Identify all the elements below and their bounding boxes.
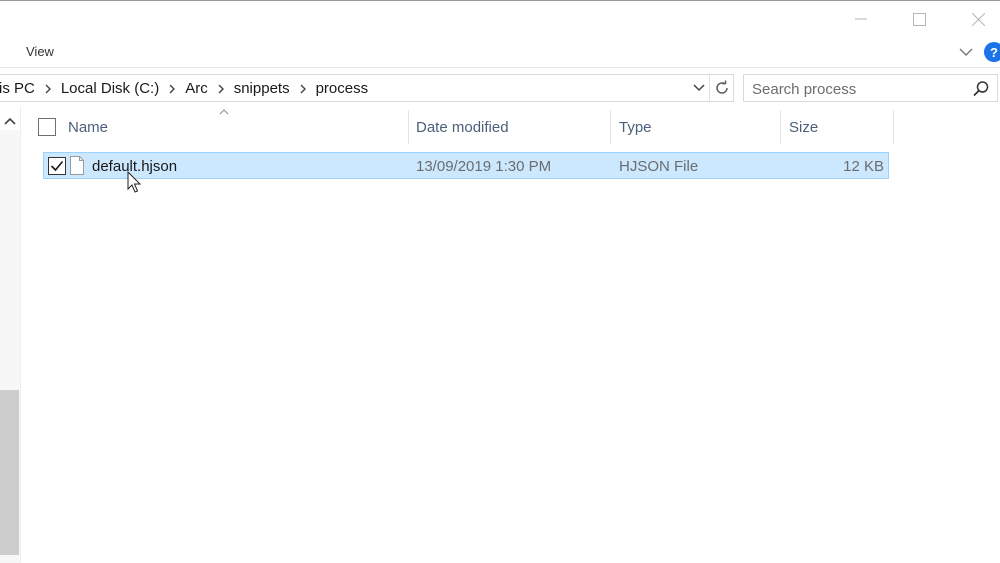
- nav-scroll-up-button[interactable]: [2, 112, 18, 130]
- breadcrumb-arc[interactable]: Arc: [185, 80, 208, 97]
- chevron-down-icon: [693, 84, 705, 92]
- ribbon-divider: [0, 67, 1000, 68]
- select-all-checkbox[interactable]: [38, 118, 56, 136]
- file-icon: [70, 156, 84, 175]
- maximize-button[interactable]: [896, 4, 942, 34]
- breadcrumb-snippets[interactable]: snippets: [234, 80, 290, 97]
- search-icon[interactable]: [972, 80, 990, 98]
- chevron-right-icon[interactable]: [159, 84, 185, 94]
- minimize-icon: [855, 18, 867, 20]
- address-history-button[interactable]: [689, 75, 709, 101]
- column-divider[interactable]: [408, 110, 409, 144]
- close-button[interactable]: [955, 4, 1000, 34]
- search-input[interactable]: [752, 79, 962, 99]
- chevron-right-icon[interactable]: [35, 84, 61, 94]
- refresh-button[interactable]: [711, 75, 733, 101]
- mouse-cursor-icon: [127, 171, 142, 193]
- column-header-date-modified[interactable]: Date modified: [416, 110, 509, 144]
- close-icon: [971, 12, 985, 26]
- checkmark-icon: [50, 160, 64, 172]
- row-checkbox[interactable]: [48, 157, 66, 175]
- address-bar[interactable]: is PC Local Disk (C:) Arc snippets proce…: [0, 74, 734, 102]
- breadcrumb: is PC Local Disk (C:) Arc snippets proce…: [0, 80, 368, 97]
- nav-pane-divider: [20, 106, 21, 563]
- file-size: 12 KB: [843, 158, 884, 175]
- file-type: HJSON File: [619, 158, 699, 175]
- help-button[interactable]: ?: [984, 42, 1000, 62]
- chevron-right-icon[interactable]: [208, 84, 234, 94]
- expand-ribbon-button[interactable]: [956, 42, 976, 62]
- column-divider[interactable]: [780, 110, 781, 144]
- minimize-button[interactable]: [838, 4, 884, 34]
- maximize-icon: [912, 12, 926, 26]
- chevron-right-icon[interactable]: [290, 84, 316, 94]
- window-top-border: [0, 0, 1000, 1]
- nav-scrollbar-thumb[interactable]: [0, 390, 19, 555]
- refresh-icon: [716, 80, 728, 94]
- help-icon: ?: [990, 44, 998, 60]
- search-box[interactable]: [743, 74, 998, 102]
- sort-ascending-icon: [219, 109, 229, 115]
- breadcrumb-this-pc[interactable]: is PC: [0, 80, 35, 97]
- file-row-selected[interactable]: default.hjson 13/09/2019 1:30 PM HJSON F…: [43, 152, 889, 179]
- address-divider: [709, 75, 710, 101]
- column-header-type[interactable]: Type: [619, 110, 652, 144]
- file-date-modified: 13/09/2019 1:30 PM: [416, 158, 552, 175]
- column-divider[interactable]: [893, 110, 894, 144]
- column-divider[interactable]: [610, 110, 611, 144]
- breadcrumb-process[interactable]: process: [316, 80, 369, 97]
- chevron-up-icon: [4, 117, 16, 125]
- chevron-down-icon: [959, 48, 973, 56]
- column-header-name[interactable]: Name: [68, 110, 108, 144]
- column-header-size[interactable]: Size: [789, 110, 818, 144]
- ribbon-tab-view[interactable]: View: [26, 44, 54, 59]
- breadcrumb-local-disk[interactable]: Local Disk (C:): [61, 80, 159, 97]
